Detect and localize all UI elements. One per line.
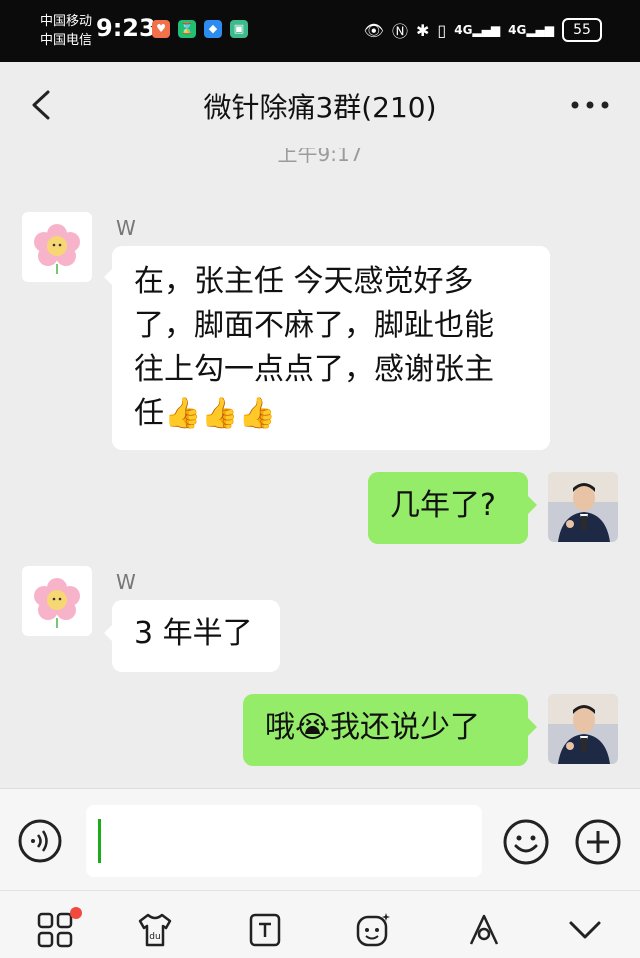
status-indicators: 👁 Ⓝ ✱ ▯ 4G▂▄▆ 4G▂▄▆ 55	[364, 18, 602, 42]
status-bar: 中国移动 中国电信 9:23 ♥ ⌛ ◆ ▣ 👁 Ⓝ ✱ ▯ 4G▂▄▆ 4G▂…	[0, 0, 640, 62]
bubble-tail	[528, 496, 537, 514]
text-edit-icon[interactable]	[246, 911, 284, 949]
flower-avatar-icon	[34, 578, 80, 628]
shield-icon: ◆	[204, 20, 222, 38]
battery-indicator: 55	[562, 18, 602, 42]
avatar-flower[interactable]	[22, 566, 92, 636]
bubble-tail	[528, 718, 537, 736]
message-text: 3 年半了	[134, 616, 253, 651]
sender-name: W	[116, 216, 136, 240]
app-icon: ▣	[230, 20, 248, 38]
skin-shirt-icon[interactable]: du	[136, 911, 174, 949]
svg-text:du: du	[149, 932, 160, 942]
input-bar	[0, 788, 640, 891]
voice-icon[interactable]	[18, 819, 62, 863]
message-bubble[interactable]: 在，张主任 今天感觉好多 了，脚面不麻了，脚趾也能 往上勾一点点了，感谢张主 任…	[112, 246, 550, 450]
nfc-icon: Ⓝ	[391, 22, 408, 41]
vibrate-icon: ▯	[437, 20, 447, 40]
sender-name: W	[116, 570, 136, 594]
more-dots-icon[interactable]	[570, 100, 610, 110]
avatar-self[interactable]	[548, 694, 618, 764]
person-avatar-icon	[548, 694, 618, 764]
message-text: 哦😭我还说少了	[265, 710, 481, 745]
message-bubble-self[interactable]: 几年了?	[368, 472, 528, 544]
message-list[interactable]: 上午9:17 W 在，张主任 今天感觉好多 了，脚面不麻了，脚趾也能 往上勾一点…	[0, 148, 640, 788]
carrier-1: 中国移动	[40, 14, 93, 29]
carrier-2: 中国电信	[40, 33, 93, 48]
sticker-icon[interactable]	[354, 911, 392, 949]
message-line: 往上勾一点点了，感谢张主	[134, 352, 494, 387]
signal-1: 4G▂▄▆	[454, 23, 501, 37]
signal-2: 4G▂▄▆	[508, 23, 554, 37]
carrier-labels: 中国移动 中国电信	[40, 12, 92, 50]
text-cursor	[98, 819, 101, 863]
avatar-self[interactable]	[548, 472, 618, 542]
message-input[interactable]	[86, 805, 482, 877]
avatar-flower[interactable]	[22, 212, 92, 282]
message-line: 任👍👍👍	[134, 396, 277, 431]
flower-avatar-icon	[34, 224, 80, 274]
message-bubble-self[interactable]: 哦😭我还说少了	[243, 694, 528, 766]
message-timestamp: 上午9:17	[277, 148, 363, 166]
hourglass-icon: ⌛	[178, 20, 196, 38]
message-line: 了，脚面不麻了，脚趾也能	[134, 308, 494, 343]
keyboard-toolbar: du	[0, 890, 640, 958]
message-bubble[interactable]: 3 年半了	[112, 600, 280, 672]
status-app-icons: ♥ ⌛ ◆ ▣	[152, 20, 248, 38]
assistant-icon[interactable]	[465, 911, 503, 949]
message-line: 在，张主任 今天感觉好多	[134, 264, 474, 299]
apps-grid-icon[interactable]	[36, 911, 74, 949]
message-text: 几年了?	[390, 488, 496, 523]
status-time: 9:23	[96, 14, 156, 42]
chat-title: 微针除痛3群(210)	[203, 91, 437, 124]
chevron-down-icon[interactable]	[566, 911, 604, 949]
eye-icon: 👁	[363, 20, 384, 40]
notification-dot	[70, 907, 82, 919]
emoji-icon[interactable]	[503, 819, 549, 865]
bluetooth-icon: ✱	[416, 20, 430, 40]
chat-header: 微针除痛3群(210)	[0, 62, 640, 148]
app-notification-icon: ♥	[152, 20, 170, 38]
person-avatar-icon	[548, 472, 618, 542]
plus-icon[interactable]	[575, 819, 621, 865]
